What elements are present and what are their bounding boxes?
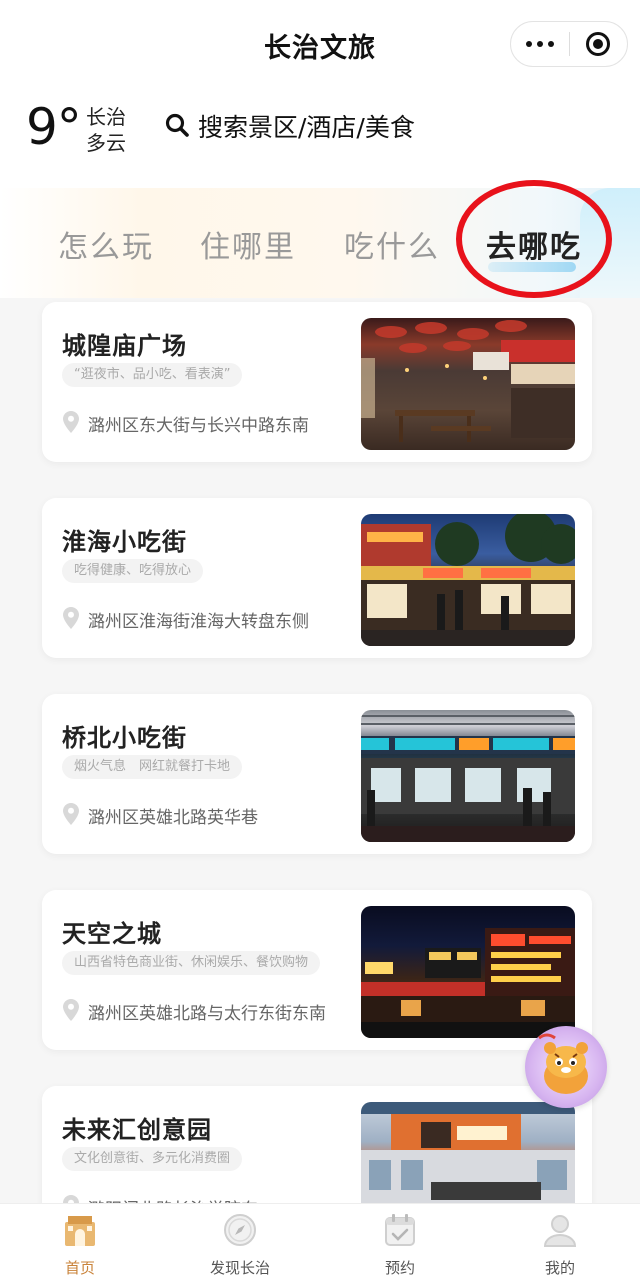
place-tag: “逛夜市、品小吃、看表演” — [62, 363, 243, 387]
nav-home[interactable]: 首页 — [20, 1212, 140, 1282]
location-pin-icon — [63, 999, 79, 1021]
calendar-check-icon — [385, 1214, 415, 1246]
miniprogram-capsule — [510, 21, 628, 67]
nav-discover-label: 发现长治 — [209, 1259, 270, 1277]
list-item[interactable]: 城隍庙广场 “逛夜市、品小吃、看表演” 潞州区东大街与长兴中路东南 — [42, 302, 592, 462]
location-pin-icon — [63, 411, 79, 433]
location-pin-icon — [63, 607, 79, 629]
tab-how-to-play[interactable]: 怎么玩 — [58, 222, 154, 266]
place-address: 潞阳门北路长治学院东 — [88, 1195, 258, 1203]
place-tag: 烟火气息 网红就餐打卡地 — [62, 755, 243, 779]
location-pin-icon — [63, 803, 79, 825]
snack-street-night-photo — [361, 710, 575, 842]
place-name: 淮海小吃街 — [62, 528, 187, 556]
nav-booking-label: 预约 — [384, 1259, 415, 1277]
tab-where-to-stay[interactable]: 住哪里 — [200, 222, 296, 266]
place-address: 潞州区英雄北路与太行东街东南 — [88, 1004, 326, 1024]
place-name: 未来汇创意园 — [62, 1116, 212, 1144]
weather-city: 长治 — [86, 105, 126, 129]
creative-park-photo — [361, 1102, 575, 1203]
nav-mine-label: 我的 — [544, 1259, 575, 1277]
bottom-nav: 首页 发现长治 预约 我的 — [0, 1203, 640, 1285]
nav-discover[interactable]: 发现长治 — [180, 1212, 300, 1282]
snack-street-photo — [361, 514, 575, 646]
place-name: 城隍庙广场 — [62, 332, 187, 360]
search-input[interactable]: 搜索景区/酒店/美食 — [198, 108, 415, 144]
place-tag: 文化创意街、多元化消费圈 — [62, 1147, 243, 1171]
close-miniprogram-button[interactable] — [569, 22, 627, 66]
app-header: 长治文旅 — [0, 0, 640, 88]
nav-booking[interactable]: 预约 — [340, 1212, 460, 1282]
place-tag: 吃得健康、吃得放心 — [62, 559, 204, 583]
commercial-street-photo — [361, 906, 575, 1038]
place-name: 天空之城 — [62, 920, 162, 948]
night-food-market-photo — [361, 318, 575, 450]
annotation-red-circle — [456, 180, 612, 298]
place-address: 潞州区东大街与长兴中路东南 — [88, 416, 309, 436]
tiger-mascot-icon — [538, 1033, 588, 1094]
compass-icon — [224, 1214, 256, 1246]
list-item[interactable]: 桥北小吃街 烟火气息 网红就餐打卡地 潞州区英雄北路英华巷 — [42, 694, 592, 854]
list-item[interactable]: 天空之城 山西省特色商业街、休闲娱乐、餐饮购物 潞州区英雄北路与太行东街东南 — [42, 890, 592, 1050]
user-icon — [543, 1215, 577, 1247]
weather-condition: 多云 — [86, 131, 126, 155]
tab-what-to-eat[interactable]: 吃什么 — [344, 222, 440, 266]
place-tag: 山西省特色商业街、休闲娱乐、餐饮购物 — [62, 951, 321, 975]
dot-icon — [525, 41, 532, 47]
temperature: 9° — [26, 98, 82, 156]
nav-home-label: 首页 — [64, 1259, 95, 1277]
nav-mine[interactable]: 我的 — [500, 1212, 620, 1282]
target-close-icon — [586, 32, 611, 56]
place-address: 潞州区英雄北路英华巷 — [88, 808, 258, 828]
place-name: 桥北小吃街 — [62, 724, 187, 752]
location-pin-icon — [63, 1195, 79, 1203]
mascot-tiger-button[interactable] — [525, 1026, 607, 1108]
dot-icon — [536, 41, 543, 47]
home-gate-icon — [65, 1216, 95, 1246]
list-item[interactable]: 未来汇创意园 文化创意街、多元化消费圈 潞阳门北路长治学院东 — [42, 1086, 592, 1203]
more-options-button[interactable] — [511, 22, 569, 66]
dot-icon — [547, 41, 554, 47]
search-icon[interactable] — [164, 112, 190, 138]
list-item[interactable]: 淮海小吃街 吃得健康、吃得放心 潞州区淮海街淮海大转盘东侧 — [42, 498, 592, 658]
place-address: 潞州区淮海街淮海大转盘东侧 — [88, 612, 309, 632]
